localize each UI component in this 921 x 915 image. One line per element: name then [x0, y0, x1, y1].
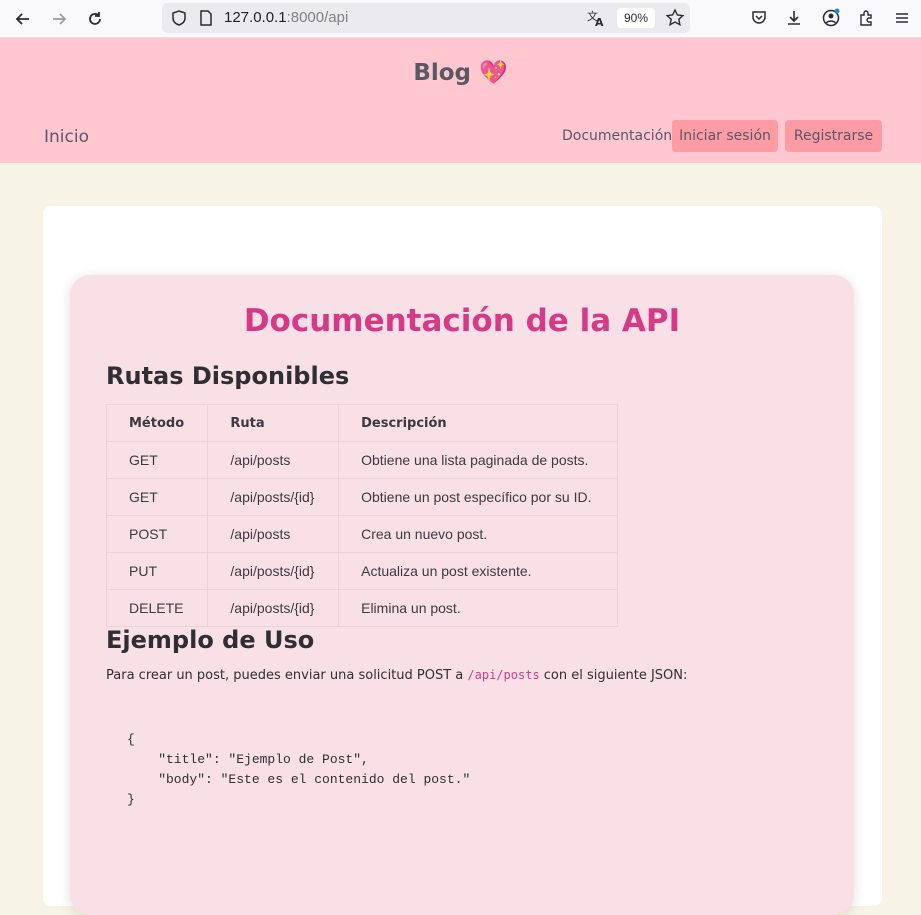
- method-cell: DELETE: [105, 589, 209, 627]
- api-doc-panel: Documentación de la API Rutas Disponible…: [70, 275, 854, 915]
- usage-inline-code: /api/posts: [467, 668, 540, 682]
- method-cell: PUT: [105, 552, 209, 590]
- description-cell: Obtiene un post específico por su ID.: [338, 478, 618, 516]
- routes-heading: Rutas Disponibles: [106, 362, 350, 390]
- usage-description: Para crear un post, puedes enviar una so…: [106, 668, 687, 683]
- method-cell: GET: [105, 441, 209, 479]
- login-button[interactable]: Iniciar sesión: [672, 120, 778, 152]
- bookmark-star-icon[interactable]: [665, 8, 685, 32]
- back-arrow-icon[interactable]: [10, 6, 36, 32]
- routes-table: Método Ruta Descripción GET /api/posts O…: [105, 404, 618, 627]
- shield-icon[interactable]: [170, 9, 188, 31]
- url-path: :8000/api: [286, 9, 349, 26]
- register-button[interactable]: Registrarse: [785, 120, 882, 152]
- url-host: 127.0.0.1: [224, 9, 287, 26]
- description-cell: Elimina un post.: [338, 589, 618, 627]
- table-row: DELETE /api/posts/{id} Elimina un post.: [105, 589, 618, 627]
- method-cell: POST: [105, 515, 209, 553]
- description-cell: Obtiene una lista paginada de posts.: [338, 441, 618, 479]
- table-row: GET /api/posts/{id} Obtiene un post espe…: [105, 478, 618, 516]
- description-cell: Actualiza un post existente.: [338, 552, 618, 590]
- menu-icon[interactable]: [890, 6, 914, 30]
- route-cell: /api/posts/{id}: [207, 478, 340, 516]
- description-cell: Crea un nuevo post.: [338, 515, 618, 553]
- route-cell: /api/posts: [207, 441, 340, 479]
- page-title: Documentación de la API: [243, 303, 681, 339]
- table-header-row: Método Ruta Descripción: [105, 404, 618, 442]
- method-cell: GET: [105, 478, 209, 516]
- zoom-level[interactable]: 90%: [617, 8, 655, 28]
- column-header: Ruta: [207, 404, 340, 442]
- extensions-icon[interactable]: [855, 6, 879, 30]
- translate-icon[interactable]: 文A: [586, 8, 606, 32]
- usage-text-before: Para crear un post, puedes enviar una so…: [106, 668, 468, 683]
- site-header: Blog 💖 Inicio Documentación Iniciar sesi…: [0, 38, 921, 163]
- route-cell: /api/posts/{id}: [207, 589, 340, 627]
- pocket-icon[interactable]: [747, 6, 771, 30]
- account-icon[interactable]: [819, 6, 843, 30]
- column-header: Método: [105, 404, 209, 442]
- route-cell: /api/posts: [207, 515, 340, 553]
- table-row: POST /api/posts Crea un nuevo post.: [105, 515, 618, 553]
- forward-arrow-icon[interactable]: [46, 6, 72, 32]
- table-row: GET /api/posts Obtiene una lista paginad…: [105, 441, 618, 479]
- page-icon[interactable]: [198, 9, 214, 31]
- json-code-sample: { "title": "Ejemplo de Post", "body": "E…: [127, 732, 471, 807]
- svg-text:A: A: [595, 16, 604, 28]
- usage-heading: Ejemplo de Uso: [106, 626, 315, 654]
- nav-home-link[interactable]: Inicio: [44, 127, 89, 147]
- route-cell: /api/posts/{id}: [207, 552, 340, 590]
- content-card: Documentación de la API Rutas Disponible…: [43, 206, 882, 915]
- nav-docs-link[interactable]: Documentación: [562, 128, 672, 144]
- url-text[interactable]: 127.0.0.1:8000/api: [224, 9, 348, 26]
- address-bar[interactable]: 127.0.0.1:8000/api 文A 90%: [162, 3, 690, 33]
- reload-icon[interactable]: [82, 6, 108, 32]
- site-title[interactable]: Blog 💖: [0, 59, 921, 86]
- download-icon[interactable]: [782, 6, 806, 30]
- column-header: Descripción: [338, 404, 618, 442]
- table-row: PUT /api/posts/{id} Actualiza un post ex…: [105, 552, 618, 590]
- browser-toolbar: 127.0.0.1:8000/api 文A 90%: [0, 0, 921, 38]
- usage-text-after: con el siguiente JSON:: [539, 668, 688, 683]
